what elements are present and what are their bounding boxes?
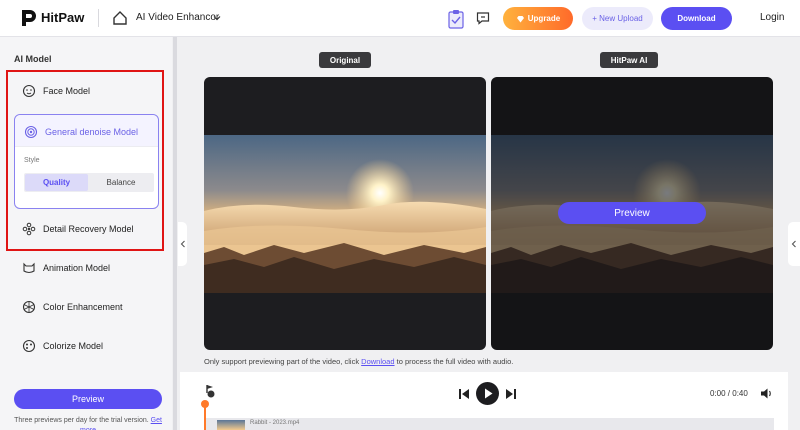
chevron-left-icon [180,240,185,248]
sidebar-heading: AI Model [14,54,52,64]
preview-notice: Only support previewing part of the vide… [204,357,513,366]
login-link[interactable]: Login [760,12,784,23]
time-display: 0:00 / 0:40 [710,389,748,398]
new-upload-label: + New Upload [592,14,643,23]
timeline-thumbnail [217,420,245,430]
collapse-sidebar-button[interactable] [178,222,187,266]
playhead-handle[interactable] [201,400,209,408]
model-label: Color Enhancement [43,302,123,312]
original-video-panel [204,77,486,350]
timeline-file-name: Rabbit - 2023.mp4 [250,420,300,426]
next-frame-icon[interactable] [505,388,517,400]
original-label: Original [319,52,371,68]
original-video-frame [204,135,486,293]
feedback-icon[interactable] [476,11,490,25]
clip-marker-icon[interactable] [204,383,218,399]
notice-text-after: to process the full video with audio. [394,357,514,366]
logo-text: HitPaw [41,10,85,25]
upgrade-button[interactable]: Upgrade [503,7,573,30]
colorize-icon [22,339,36,353]
sidebar-preview-button[interactable]: Preview [14,389,162,409]
app-title[interactable]: AI Video Enhancor [136,12,219,23]
diamond-icon [516,15,524,22]
hitpaw-ai-label: HitPaw AI [600,52,658,68]
play-icon [485,388,493,399]
top-bar: HitPaw AI Video Enhancor Upgrade + New U… [0,0,800,37]
trial-note: Three previews per day for the trial ver… [14,416,162,430]
model-label: Animation Model [43,263,111,273]
notice-text-before: Only support previewing part of the vide… [204,357,362,366]
download-button[interactable]: Download [661,7,732,30]
upgrade-label: Upgrade [527,14,561,23]
model-color-enhancement[interactable]: Color Enhancement [22,300,123,314]
model-label: Colorize Model [43,341,104,351]
hitpaw-logo-icon [22,10,36,26]
chevron-left-icon [791,240,796,248]
divider [98,9,99,27]
player-bar: 0:00 / 0:40 Rabbit - 2023.mp4 [180,372,788,430]
ai-video-panel: Preview [491,77,773,350]
home-icon[interactable] [112,10,128,26]
expand-right-panel-button[interactable] [788,222,800,266]
palette-icon [22,300,36,314]
trial-note-text: Three previews per day for the trial ver… [14,417,149,424]
download-label: Download [677,14,716,23]
notice-download-link[interactable]: Download [361,357,394,366]
chevron-down-icon[interactable] [213,14,221,22]
new-upload-button[interactable]: + New Upload [582,7,653,30]
model-animation[interactable]: Animation Model [22,261,110,275]
sidebar-scrollbar[interactable] [173,37,177,430]
ai-preview-button[interactable]: Preview [558,202,706,224]
play-button[interactable] [476,382,499,405]
task-list-icon[interactable] [447,9,465,29]
volume-icon[interactable] [760,387,773,400]
model-colorize[interactable]: Colorize Model [22,339,103,353]
timeline-track[interactable]: Rabbit - 2023.mp4 [204,418,774,430]
animation-icon [23,262,35,274]
highlight-box [6,70,164,251]
previous-frame-icon[interactable] [458,388,470,400]
